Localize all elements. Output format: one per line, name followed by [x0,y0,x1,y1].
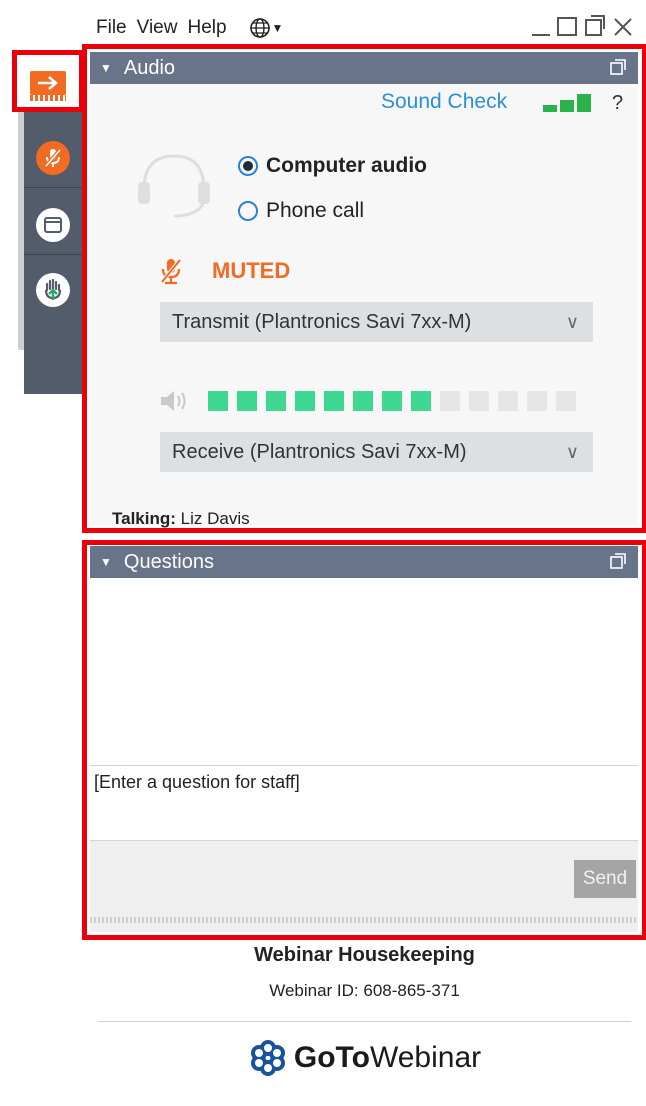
talking-indicator: Talking: Liz Davis [112,509,250,529]
menu-bar: File View Help ▼ [96,14,283,42]
headset-icon [134,150,214,227]
webinar-id: Webinar ID: 608-865-371 [269,981,460,1000]
dock-grip [30,95,66,101]
meter-segment-active [237,391,257,411]
muted-mic-icon[interactable] [158,256,184,291]
questions-panel: ▼ Questions [Enter a question for staff]… [90,546,638,932]
dock-mute-button[interactable] [24,128,82,188]
webinar-footer: Webinar Housekeeping Webinar ID: 608-865… [92,940,637,1090]
dock-screen-button[interactable] [24,195,82,255]
arrow-right-icon [38,76,58,90]
meter-segment-active [266,391,286,411]
talking-label: Talking: [112,509,176,528]
meter-segment-active [324,391,344,411]
receive-device-select[interactable]: Receive (Plantronics Savi 7xx-M) ∨ [160,432,593,472]
maximize-icon[interactable] [556,14,578,42]
pop-out-icon[interactable] [610,58,626,78]
language-menu[interactable]: ▼ [249,17,284,39]
pop-out-icon[interactable] [610,552,626,572]
collapse-panel-button[interactable] [30,71,66,95]
meter-segment-inactive [556,391,576,411]
meter-segment-inactive [527,391,547,411]
menu-help[interactable]: Help [187,17,226,39]
phone-call-label: Phone call [266,199,365,222]
chevron-down-icon: ∨ [565,441,579,462]
window-icon [36,207,70,242]
resize-grip[interactable] [90,917,638,923]
menu-file[interactable]: File [96,17,127,39]
muted-mic-icon [36,140,70,175]
pop-out-icon[interactable] [584,14,606,42]
computer-audio-option[interactable]: Computer audio [238,154,427,178]
mute-status: MUTED [212,258,291,283]
menu-view[interactable]: View [137,17,178,39]
question-input[interactable]: [Enter a question for staff] [90,766,638,840]
sound-check-link[interactable]: Sound Check [381,90,507,114]
radio-unselected[interactable] [238,201,258,221]
globe-icon [249,18,270,38]
divider [98,1021,631,1022]
dock-raise-hand-button[interactable] [24,260,82,320]
questions-log [90,578,638,765]
gotowebinar-logo: GoTo Webinar [92,1038,637,1078]
meter-segment-active [353,391,373,411]
help-button[interactable]: ? [612,92,623,115]
audio-panel-header[interactable]: ▼ Audio [90,52,638,84]
phone-call-option[interactable]: Phone call [238,199,364,223]
raise-hand-icon [36,273,70,307]
computer-audio-label: Computer audio [266,154,427,177]
signal-strength-icon [543,92,593,112]
transmit-device-value: Transmit (Plantronics Savi 7xx-M) [172,310,472,333]
webinar-title: Webinar Housekeeping [254,944,475,966]
audio-panel-title: Audio [123,56,176,79]
meter-segment-inactive [498,391,518,411]
gotowebinar-flower-icon [250,1040,285,1076]
receive-device-value: Receive (Plantronics Savi 7xx-M) [172,440,467,463]
chevron-down-icon: ▼ [271,21,284,35]
meter-segment-inactive [440,391,460,411]
question-input-placeholder: [Enter a question for staff] [94,772,300,792]
questions-panel-title: Questions [123,550,214,573]
chevron-down-icon: ∨ [565,311,579,332]
brand-bold: GoTo [293,1041,370,1074]
radio-selected[interactable] [238,156,258,176]
questions-panel-header[interactable]: ▼ Questions [90,546,638,578]
brand-light: Webinar [369,1041,482,1074]
meter-segment-active [208,391,228,411]
collapse-triangle-icon: ▼ [100,61,112,75]
speaker-level-meter [208,391,576,411]
meter-segment-active [411,391,431,411]
meter-segment-active [382,391,402,411]
questions-footer: Send [90,840,638,932]
collapse-panel-highlight [12,50,84,112]
minimize-icon[interactable] [530,14,552,42]
meter-segment-active [295,391,315,411]
send-button[interactable]: Send [574,860,636,898]
collapse-triangle-icon: ▼ [100,555,112,569]
close-icon[interactable] [612,14,634,42]
meter-segment-inactive [469,391,489,411]
transmit-device-select[interactable]: Transmit (Plantronics Savi 7xx-M) ∨ [160,302,593,342]
control-dock [12,50,84,394]
talking-name: Liz Davis [180,509,250,528]
speaker-icon [158,388,190,419]
